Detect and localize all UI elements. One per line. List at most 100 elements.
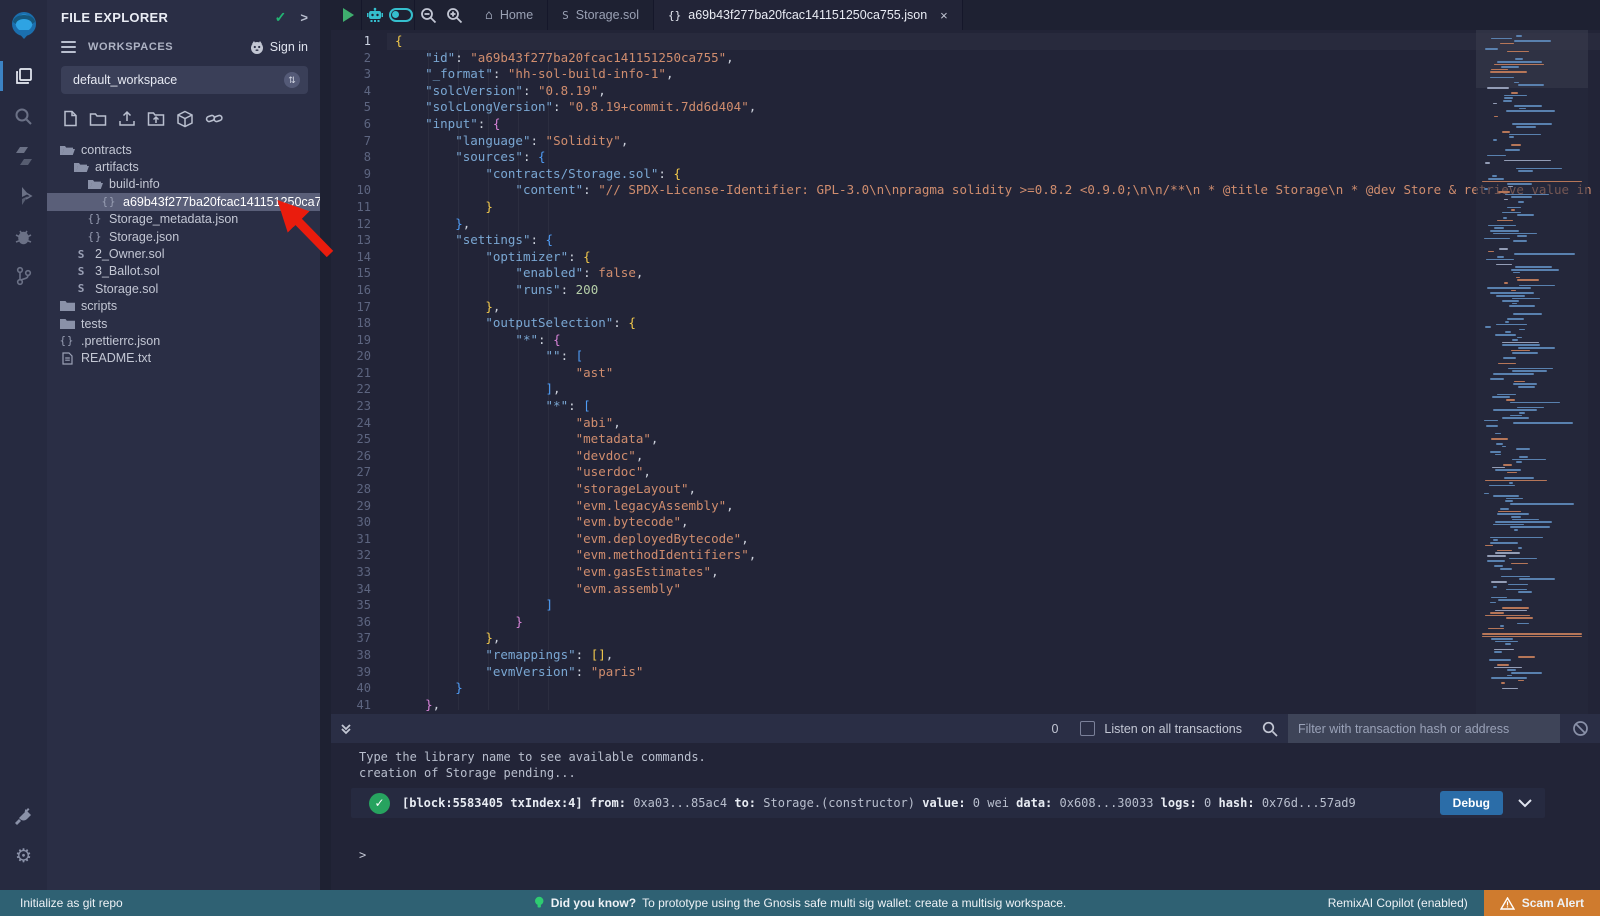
panel-resize-handle[interactable]: [320, 0, 331, 890]
json-icon: {}: [668, 9, 681, 22]
tree-item-a69b43f277ba20fcac141151250ca7-[interactable]: {}a69b43f277ba20fcac141151250ca7...: [47, 193, 320, 210]
minimap-line: [1498, 599, 1522, 601]
tree-item-label: a69b43f277ba20fcac141151250ca7...: [123, 195, 320, 209]
code-line: {: [387, 33, 1600, 50]
zoom-in-icon[interactable]: [441, 0, 467, 30]
minimap[interactable]: [1476, 30, 1588, 714]
minimap-line: [1502, 688, 1518, 690]
git-icon[interactable]: [0, 256, 47, 296]
ipfs-box-icon[interactable]: [176, 110, 194, 133]
hamburger-menu-icon[interactable]: [61, 38, 76, 56]
minimap-line: [1503, 464, 1512, 466]
clear-console-icon[interactable]: [1560, 720, 1600, 737]
minimap-line: [1516, 126, 1536, 128]
minimap-line: [1519, 412, 1525, 414]
file-tree: contractsartifactsbuild-info{}a69b43f277…: [47, 141, 320, 367]
minimap-line: [1497, 220, 1513, 222]
terminal-search-icon[interactable]: [1262, 721, 1278, 737]
line-number: 5: [331, 99, 387, 116]
status-bar: Initialize as git repo Did you know? To …: [0, 890, 1600, 916]
plugin-manager-icon[interactable]: [0, 796, 47, 836]
settings-gear-icon[interactable]: ⚙: [0, 836, 47, 876]
check-icon[interactable]: ✓: [275, 9, 287, 26]
code-line: "contracts/Storage.sol": {: [387, 166, 1600, 183]
expand-terminal-icon[interactable]: [339, 722, 353, 736]
tree-item-scripts[interactable]: scripts: [47, 298, 320, 315]
expand-transaction-icon[interactable]: [1517, 798, 1533, 808]
line-number: 14: [331, 249, 387, 266]
search-icon[interactable]: [0, 96, 47, 136]
tree-item-contracts[interactable]: contracts: [47, 141, 320, 158]
tree-item-storage-metadata-json[interactable]: {}Storage_metadata.json: [47, 211, 320, 228]
tree-item-build-info[interactable]: build-info: [47, 176, 320, 193]
tree-item-storage-sol[interactable]: SStorage.sol: [47, 280, 320, 297]
minimap-line: [1518, 170, 1533, 172]
minimap-line: [1488, 628, 1504, 630]
minimap-line: [1512, 352, 1538, 354]
scam-alert-label: Scam Alert: [1522, 896, 1584, 910]
gear-glyph: ⚙: [15, 845, 32, 868]
tree-item-artifacts[interactable]: artifacts: [47, 158, 320, 175]
code-line: "storageLayout",: [387, 481, 1600, 498]
upload-file-icon[interactable]: [118, 110, 136, 133]
code-line: "*": [: [387, 398, 1600, 415]
copilot-toggle[interactable]: [388, 0, 414, 30]
minimap-line: [1518, 591, 1532, 593]
tree-item-tests[interactable]: tests: [47, 315, 320, 332]
link-icon[interactable]: [205, 110, 224, 133]
workspace-select-caret-icon: ⇅: [284, 72, 300, 88]
minimap-line: [1505, 643, 1511, 645]
minimap-line: [1485, 48, 1498, 50]
solidity-compiler-icon[interactable]: [0, 136, 47, 176]
listen-all-checkbox[interactable]: [1080, 721, 1095, 736]
transaction-filter-input[interactable]: [1288, 714, 1560, 743]
minimap-line: [1517, 279, 1539, 281]
minimap-line: [1511, 516, 1521, 518]
tree-item-3-ballot-sol[interactable]: S3_Ballot.sol: [47, 263, 320, 280]
tree-item-readme-txt[interactable]: README.txt: [47, 350, 320, 367]
ai-copilot-robot-icon[interactable]: [362, 0, 388, 30]
minimap-line: [1505, 194, 1549, 196]
new-file-icon[interactable]: [62, 110, 78, 133]
github-signin-button[interactable]: Sign in: [249, 40, 308, 54]
line-number: 10: [331, 182, 387, 199]
workspace-select[interactable]: default_workspace ⇅: [61, 66, 308, 94]
terminal-prompt[interactable]: >: [359, 848, 366, 862]
debug-button[interactable]: Debug: [1440, 791, 1503, 815]
tree-item--prettierrc-json[interactable]: {}.prettierrc.json: [47, 332, 320, 349]
chevron-right-icon[interactable]: >: [300, 10, 308, 25]
code-editor[interactable]: 1234567891011121314151617181920212223242…: [331, 30, 1600, 714]
line-number: 13: [331, 232, 387, 249]
line-number: 11: [331, 199, 387, 216]
debugger-icon[interactable]: [0, 216, 47, 256]
remix-logo-icon[interactable]: [0, 6, 47, 46]
tab-storage-sol[interactable]: SStorage.sol: [548, 0, 654, 30]
copilot-status[interactable]: RemixAI Copilot (enabled): [1328, 896, 1468, 910]
minimap-line: [1485, 615, 1530, 617]
tab-home[interactable]: ⌂Home: [471, 0, 548, 30]
minimap-line: [1517, 337, 1522, 339]
init-git-repo-button[interactable]: Initialize as git repo: [0, 896, 123, 910]
new-folder-icon[interactable]: [89, 110, 107, 133]
minimap-line: [1495, 521, 1552, 523]
code-line: },: [387, 697, 1600, 714]
tree-item-storage-json[interactable]: {}Storage.json: [47, 228, 320, 245]
terminal[interactable]: Type the library name to see available c…: [331, 743, 1600, 890]
folder-icon: [59, 318, 75, 330]
tree-item-2-owner-sol[interactable]: S2_Owner.sol: [47, 245, 320, 262]
line-number: 23: [331, 398, 387, 415]
deploy-run-icon[interactable]: [0, 176, 47, 216]
run-script-button[interactable]: [335, 0, 361, 30]
close-icon[interactable]: ×: [940, 8, 948, 23]
code-line: }: [387, 614, 1600, 631]
zoom-out-icon[interactable]: [415, 0, 441, 30]
minimap-line: [1506, 498, 1523, 500]
upload-folder-icon[interactable]: [147, 110, 165, 133]
scam-alert-badge[interactable]: Scam Alert: [1484, 890, 1600, 916]
transaction-log-row[interactable]: ✓ [block:5583405 txIndex:4] from: 0xa03.…: [351, 788, 1545, 818]
line-number: 22: [331, 381, 387, 398]
minimap-line: [1507, 472, 1517, 474]
tab-a69b43f277ba20fcac141151250ca755-json[interactable]: {}a69b43f277ba20fcac141151250ca755.json×: [654, 0, 963, 30]
code-line: "metadata",: [387, 431, 1600, 448]
file-explorer-icon[interactable]: [0, 56, 47, 96]
